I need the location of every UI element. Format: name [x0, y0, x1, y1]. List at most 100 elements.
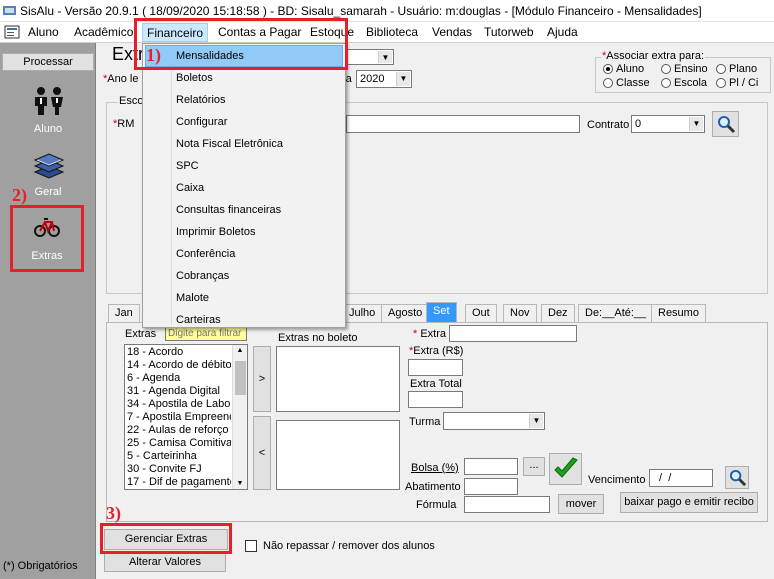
books-stack-icon — [33, 153, 65, 179]
rm-input[interactable] — [346, 115, 580, 133]
list-item[interactable]: 6 - Agenda — [127, 372, 231, 385]
bolsa-label: Bolsa (%) — [411, 462, 459, 474]
tab-de-ate[interactable]: De:__Até:__ — [578, 304, 654, 322]
extras-listbox[interactable]: 18 - Acordo 14 - Acordo de débito 6 - Ag… — [124, 344, 248, 490]
financeiro-dropdown — [142, 43, 346, 328]
vencimento-input[interactable]: / / — [649, 469, 713, 487]
radio-ensino[interactable]: Ensino — [661, 63, 708, 75]
top-combo[interactable]: ▼ — [346, 49, 394, 65]
extras-secondary-listbox[interactable] — [276, 420, 400, 490]
extras-no-boleto-listbox[interactable] — [276, 346, 400, 412]
document-icon[interactable] — [4, 25, 20, 39]
menu-item-configurar[interactable]: Configurar — [176, 116, 227, 128]
filter-input[interactable]: Digite para filtrar — [165, 326, 247, 341]
annotation-box-1 — [134, 18, 348, 70]
radio-pl-ci[interactable]: Pl / Ci — [716, 77, 758, 89]
extra-input[interactable] — [449, 325, 577, 342]
students-icon — [35, 87, 63, 115]
menu-tutorweb[interactable]: Tutorweb — [484, 25, 534, 39]
vencimento-search-button[interactable] — [725, 466, 749, 489]
list-item[interactable]: 17 - Dif de pagamento — [127, 476, 231, 489]
menu-item-imprimir-boletos[interactable]: Imprimir Boletos — [176, 226, 255, 238]
menu-item-consultas-financeiras[interactable]: Consultas financeiras — [176, 204, 281, 216]
list-item[interactable]: 34 - Apostila de Labor — [127, 398, 231, 411]
sidebar-label-aluno: Aluno — [33, 123, 63, 135]
tab-dez[interactable]: Dez — [541, 304, 575, 322]
radio-plano[interactable]: Plano — [716, 63, 757, 75]
formula-input[interactable] — [464, 496, 550, 513]
menu-item-cobrancas[interactable]: Cobranças — [176, 270, 229, 282]
move-left-button[interactable]: < — [253, 416, 271, 490]
tab-set[interactable]: Set — [426, 302, 457, 322]
annotation-box-2 — [10, 205, 84, 272]
app-icon — [3, 6, 16, 15]
alterar-valores-button[interactable]: Alterar Valores — [104, 552, 226, 572]
menu-item-caixa[interactable]: Caixa — [176, 182, 204, 194]
menu-item-spc[interactable]: SPC — [176, 160, 199, 172]
processar-button[interactable]: Processar — [2, 53, 94, 71]
abatimento-input[interactable] — [464, 478, 518, 495]
list-item[interactable]: 30 - Convite FJ — [127, 463, 231, 476]
search-button[interactable] — [712, 111, 739, 137]
turma-label: Turma — [409, 416, 441, 428]
list-item[interactable]: 18 - Acordo — [127, 346, 231, 359]
contrato-select[interactable]: 0 ▼ — [631, 115, 705, 133]
menu-academico[interactable]: Acadêmico — [74, 25, 133, 39]
extra-label: * Extra — [413, 328, 447, 340]
menu-item-conferencia[interactable]: Conferência — [176, 248, 235, 260]
magnifier-icon — [729, 469, 747, 487]
extra-rs-input[interactable] — [408, 359, 463, 376]
window-title: SisAlu - Versão 20.9.1 ( 18/09/2020 15:1… — [20, 4, 702, 18]
menu-bar: Aluno Acadêmico Financeiro Contas a Paga… — [0, 22, 774, 43]
extra-total-input[interactable] — [408, 391, 463, 408]
rm-label: *RM — [113, 118, 135, 130]
mover-button[interactable]: mover — [558, 494, 604, 514]
radio-escola[interactable]: Escola — [661, 77, 707, 89]
magnifier-icon — [718, 116, 736, 134]
tab-agosto[interactable]: Agosto — [381, 304, 430, 322]
extra-total-label: Extra Total — [410, 378, 462, 390]
menu-item-malote[interactable]: Malote — [176, 292, 209, 304]
tab-julho[interactable]: Julho — [342, 304, 383, 322]
menu-ajuda[interactable]: Ajuda — [547, 25, 578, 39]
annotation-label-1: 1) — [146, 45, 161, 65]
menu-item-carteiras[interactable]: Carteiras — [176, 314, 221, 326]
bolsa-input[interactable] — [464, 458, 518, 475]
list-item[interactable]: 5 - Carteirinha — [127, 450, 231, 463]
tab-nov[interactable]: Nov — [503, 304, 537, 322]
tab-resumo[interactable]: Resumo — [651, 304, 706, 322]
menu-item-relatorios[interactable]: Relatórios — [176, 94, 226, 106]
ano-select[interactable]: 2020 ▼ — [356, 70, 412, 88]
menu-item-boletos[interactable]: Boletos — [176, 72, 213, 84]
extras-scrollbar[interactable]: ▲ ▼ — [232, 345, 247, 489]
nao-repassar-label: Não repassar / remover dos alunos — [263, 540, 435, 552]
turma-select[interactable]: ▼ — [443, 412, 545, 430]
extras-no-boleto-label: Extras no boleto — [278, 332, 358, 344]
checkmark-icon — [554, 457, 578, 478]
bolsa-ellipsis-button[interactable]: ... — [523, 457, 545, 476]
list-item[interactable]: 25 - Camisa Comitiva — [127, 437, 231, 450]
nao-repassar-checkbox[interactable] — [245, 540, 257, 552]
contrato-label: Contrato — [587, 119, 630, 131]
ano-label: *Ano le — [103, 73, 139, 85]
list-item[interactable]: 7 - Apostila Empreenc — [127, 411, 231, 424]
radio-classe[interactable]: Classe — [603, 77, 650, 89]
baixar-pago-button[interactable]: baixar pago e emitir recibo — [620, 492, 758, 513]
move-right-button[interactable]: > — [253, 346, 271, 412]
sidebar-item-aluno[interactable]: Aluno — [2, 84, 94, 140]
menu-biblioteca[interactable]: Biblioteca — [366, 25, 418, 39]
menu-vendas[interactable]: Vendas — [432, 25, 472, 39]
associar-title: *Associar extra para: — [601, 50, 706, 62]
tab-out[interactable]: Out — [465, 304, 497, 322]
radio-aluno[interactable]: Aluno — [603, 63, 644, 75]
tab-jan[interactable]: Jan — [108, 304, 140, 322]
menu-aluno[interactable]: Aluno — [28, 25, 59, 39]
obrigatorios-note: (*) Obrigatórios — [3, 560, 78, 572]
confirm-button[interactable] — [549, 453, 582, 485]
list-item[interactable]: 14 - Acordo de débito — [127, 359, 231, 372]
escola-group-label: Esco — [118, 95, 145, 107]
list-item[interactable]: 22 - Aulas de reforço — [127, 424, 231, 437]
menu-item-nota-fiscal[interactable]: Nota Fiscal Eletrônica — [176, 138, 283, 150]
annotation-box-3 — [100, 523, 232, 554]
list-item[interactable]: 31 - Agenda Digital — [127, 385, 231, 398]
